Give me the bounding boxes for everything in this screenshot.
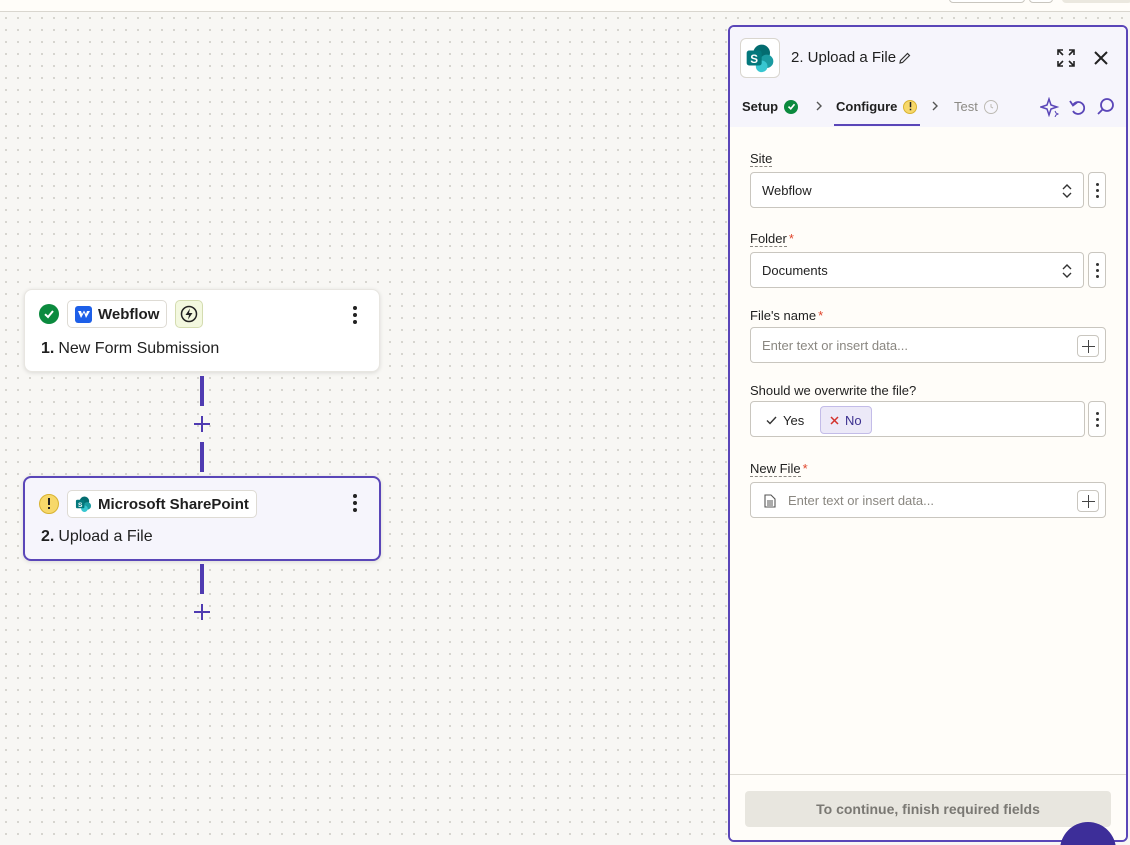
step-title: Upload a File bbox=[58, 528, 153, 545]
folder-label: Folder * bbox=[750, 231, 794, 247]
x-icon bbox=[830, 415, 839, 425]
panel-header: S 2. Upload a File bbox=[730, 27, 1126, 87]
site-label: Site bbox=[750, 151, 773, 167]
tab-configure[interactable]: Configure bbox=[836, 99, 918, 114]
top-bar-button[interactable] bbox=[1029, 0, 1053, 3]
webflow-logo-icon bbox=[75, 305, 92, 323]
app-chip-webflow: Webflow bbox=[67, 300, 168, 328]
overwrite-label: Should we overwrite the file? bbox=[750, 383, 917, 398]
workflow-step-1[interactable]: Webflow 1. New Form Submission bbox=[24, 289, 380, 372]
connector-line bbox=[200, 376, 204, 406]
app-name: Webflow bbox=[98, 305, 160, 323]
overwrite-no-option[interactable]: No bbox=[820, 406, 872, 434]
step-title: New Form Submission bbox=[58, 340, 220, 357]
chevron-right-icon bbox=[816, 101, 822, 111]
top-bar-button[interactable] bbox=[1062, 0, 1130, 3]
new-file-label: New File * bbox=[750, 461, 808, 477]
no-label: No bbox=[845, 412, 862, 428]
file-icon bbox=[764, 494, 776, 508]
sparkle-icon[interactable] bbox=[1040, 97, 1060, 117]
folder-options-menu-icon[interactable] bbox=[1088, 252, 1106, 288]
site-options-menu-icon[interactable] bbox=[1088, 172, 1106, 208]
svg-text:S: S bbox=[78, 502, 83, 509]
overwrite-options-menu-icon[interactable] bbox=[1088, 401, 1106, 437]
step-config-panel: S 2. Upload a File Setup Configure Test bbox=[728, 25, 1128, 842]
sharepoint-logo-icon: S bbox=[740, 38, 780, 78]
top-bar bbox=[0, 0, 1130, 12]
new-file-input[interactable]: Enter text or insert data... bbox=[750, 482, 1106, 518]
file-name-input[interactable]: Enter text or insert data... bbox=[750, 327, 1106, 363]
trigger-bolt-icon bbox=[175, 300, 204, 328]
top-bar-button[interactable] bbox=[949, 0, 1025, 3]
overwrite-toggle: Yes No bbox=[750, 401, 1085, 437]
step-2-header: S Microsoft SharePoint bbox=[39, 490, 257, 518]
new-file-placeholder: Enter text or insert data... bbox=[788, 493, 934, 508]
app-chip-sharepoint: S Microsoft SharePoint bbox=[67, 490, 257, 518]
tab-label: Setup bbox=[742, 99, 779, 114]
updown-icon bbox=[1062, 184, 1072, 198]
yes-label: Yes bbox=[783, 412, 805, 428]
folder-value: Documents bbox=[762, 263, 828, 278]
file-name-label: File's name * bbox=[750, 308, 824, 323]
add-step-plus-icon[interactable] bbox=[192, 602, 212, 622]
panel-title: 2. Upload a File bbox=[791, 49, 897, 66]
warning-icon bbox=[39, 494, 59, 514]
svg-text:S: S bbox=[750, 53, 758, 66]
site-value: Webflow bbox=[762, 183, 812, 198]
step-2-title: 2. Upload a File bbox=[41, 528, 153, 546]
step-number: 2. bbox=[41, 528, 55, 545]
active-tab-indicator bbox=[834, 124, 920, 126]
tab-label: Configure bbox=[836, 99, 898, 114]
expand-icon[interactable] bbox=[1056, 48, 1076, 68]
insert-data-plus-icon[interactable] bbox=[1077, 490, 1099, 512]
pencil-icon[interactable] bbox=[898, 51, 912, 65]
workflow-step-2[interactable]: S Microsoft SharePoint 2. Upload a File bbox=[23, 476, 381, 561]
close-icon[interactable] bbox=[1091, 48, 1111, 68]
check-icon bbox=[766, 416, 777, 425]
step-1-header: Webflow bbox=[39, 300, 204, 328]
overwrite-yes-option[interactable]: Yes bbox=[757, 406, 813, 434]
step-1-title: 1. New Form Submission bbox=[41, 340, 219, 358]
success-check-icon bbox=[784, 99, 799, 114]
tab-test[interactable]: Test bbox=[954, 99, 998, 114]
connector-line bbox=[200, 564, 204, 594]
panel-tabs: Setup Configure Test bbox=[730, 87, 1126, 127]
tab-setup[interactable]: Setup bbox=[742, 99, 799, 114]
connector-line bbox=[200, 442, 204, 472]
insert-data-plus-icon[interactable] bbox=[1077, 335, 1099, 357]
sharepoint-logo-icon: S bbox=[75, 496, 92, 513]
undo-icon[interactable] bbox=[1068, 97, 1088, 117]
step-2-more-menu-icon[interactable] bbox=[345, 492, 365, 514]
success-check-icon bbox=[39, 304, 59, 324]
app-name: Microsoft SharePoint bbox=[98, 495, 249, 513]
site-select[interactable]: Webflow bbox=[750, 172, 1084, 208]
step-1-more-menu-icon[interactable] bbox=[345, 304, 365, 326]
warning-icon bbox=[903, 99, 918, 114]
continue-button[interactable]: To continue, finish required fields bbox=[745, 791, 1111, 827]
file-name-placeholder: Enter text or insert data... bbox=[762, 338, 908, 353]
search-icon[interactable] bbox=[1096, 97, 1116, 117]
tab-label: Test bbox=[954, 99, 978, 114]
chevron-right-icon bbox=[932, 101, 938, 111]
folder-select[interactable]: Documents bbox=[750, 252, 1084, 288]
clock-icon bbox=[983, 99, 998, 114]
updown-icon bbox=[1062, 264, 1072, 278]
step-number: 1. bbox=[41, 340, 55, 357]
add-step-plus-icon[interactable] bbox=[192, 414, 212, 434]
